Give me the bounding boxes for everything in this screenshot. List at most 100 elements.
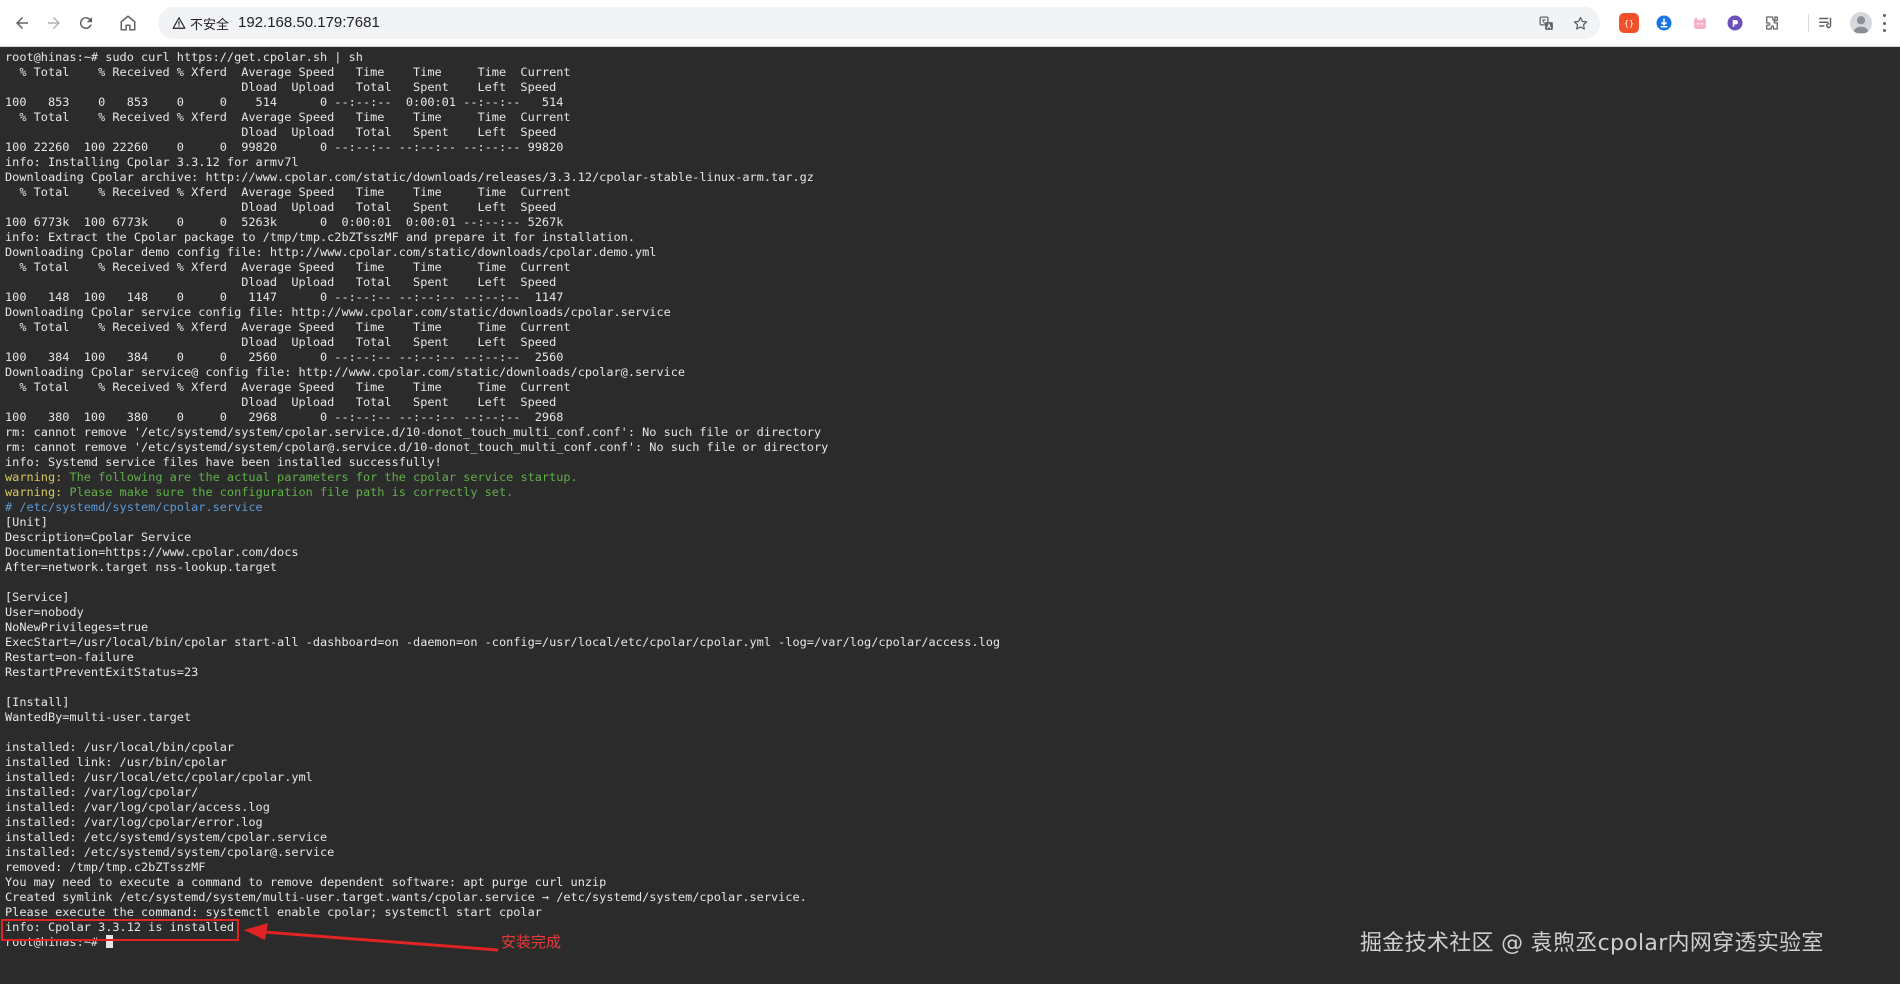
extension-purple-button[interactable] <box>1725 13 1745 33</box>
terminal-line: installed: /var/log/cpolar/ <box>5 785 199 799</box>
terminal-line: % Total % Received % Xferd Average Speed… <box>5 110 571 124</box>
reload-button[interactable] <box>72 9 100 37</box>
home-button[interactable] <box>114 9 142 37</box>
terminal-line: Downloading Cpolar service@ config file:… <box>5 365 686 379</box>
terminal-line: You may need to execute a command to rem… <box>5 875 607 889</box>
extension-pink-button[interactable] <box>1690 13 1710 33</box>
annotation-label: 安装完成 <box>501 933 562 951</box>
back-button[interactable] <box>8 9 36 37</box>
cat-icon <box>1694 17 1706 29</box>
terminal-line: [Unit] <box>5 515 48 529</box>
terminal-output: root@hinas:~# sudo curl https://get.cpol… <box>5 50 1000 950</box>
profile-avatar[interactable] <box>1850 12 1872 34</box>
arrow-right-icon <box>48 17 60 29</box>
translate-icon <box>1538 15 1553 30</box>
extension-download-button[interactable] <box>1654 13 1674 33</box>
terminal-line: info: Installing Cpolar 3.3.12 for armv7… <box>5 155 299 169</box>
playlist-icon <box>1819 17 1832 29</box>
terminal-line: Dload Upload Total Spent Left Speed <box>5 125 557 139</box>
terminal-line: Please execute the command: systemctl en… <box>5 905 542 919</box>
warning-prefix: warning: <box>5 470 63 484</box>
dot-icon <box>1882 29 1886 32</box>
warning-triangle-icon <box>172 17 186 29</box>
home-icon <box>120 15 136 31</box>
terminal-line: warning: The following are the actual pa… <box>5 470 1000 485</box>
dot-icon <box>1882 21 1886 25</box>
terminal-line: installed link: /usr/bin/cpolar <box>5 755 227 769</box>
terminal-line: Dload Upload Total Spent Left Speed <box>5 80 557 94</box>
terminal-line: Dload Upload Total Spent Left Speed <box>5 275 557 289</box>
forward-button[interactable] <box>40 9 68 37</box>
terminal-line: Downloading Cpolar demo config file: htt… <box>5 245 657 259</box>
terminal-line: root@hinas:~# sudo curl https://get.cpol… <box>5 50 363 64</box>
terminal-line: installed: /etc/systemd/system/cpolar.se… <box>5 830 328 844</box>
download-circle-icon <box>1656 15 1672 31</box>
browser-toolbar: 不安全 192.168.50.179:7681 {} <box>0 0 1900 47</box>
terminal-line: 100 384 100 384 0 0 2560 0 --:--:-- --:-… <box>5 350 564 364</box>
terminal-line: Dload Upload Total Spent Left Speed <box>5 395 557 409</box>
terminal-line: installed: /usr/local/etc/cpolar/cpolar.… <box>5 770 313 784</box>
terminal-window[interactable]: root@hinas:~# sudo curl https://get.cpol… <box>0 47 1900 984</box>
browser-menu-button[interactable] <box>1880 14 1888 32</box>
terminal-line: NoNewPrivileges=true <box>5 620 149 634</box>
terminal-line: % Total % Received % Xferd Average Speed… <box>5 185 571 199</box>
terminal-line: info: Systemd service files have been in… <box>5 455 442 469</box>
toolbar-separator <box>1808 14 1809 32</box>
terminal-line: Created symlink /etc/systemd/system/mult… <box>5 890 807 904</box>
terminal-line: 100 22260 100 22260 0 0 99820 0 --:--:--… <box>5 140 564 154</box>
reading-list-button[interactable] <box>1816 13 1836 33</box>
terminal-line: Dload Upload Total Spent Left Speed <box>5 200 557 214</box>
terminal-line: Description=Cpolar Service <box>5 530 192 544</box>
extensions-button[interactable] <box>1762 13 1782 33</box>
terminal-line: Downloading Cpolar archive: http://www.c… <box>5 170 814 184</box>
translate-button[interactable] <box>1536 13 1556 33</box>
reload-icon <box>79 17 92 30</box>
terminal-line: installed: /usr/local/bin/cpolar <box>5 740 235 754</box>
arrow-left-icon <box>16 17 28 29</box>
puzzle-icon <box>1766 16 1778 30</box>
address-bar[interactable]: 不安全 192.168.50.179:7681 <box>158 7 1600 39</box>
terminal-line: Dload Upload Total Spent Left Speed <box>5 335 557 349</box>
purple-circle-icon <box>1727 15 1743 31</box>
bookmark-button[interactable] <box>1570 13 1590 33</box>
url-text[interactable]: 192.168.50.179:7681 <box>238 14 380 31</box>
braces-icon: {} <box>1624 18 1634 28</box>
terminal-line: % Total % Received % Xferd Average Speed… <box>5 380 571 394</box>
terminal-line: installed: /var/log/cpolar/error.log <box>5 815 263 829</box>
terminal-line: [Install] <box>5 695 70 709</box>
terminal-line: 100 148 100 148 0 0 1147 0 --:--:-- --:-… <box>5 290 564 304</box>
dot-icon <box>1882 14 1886 17</box>
terminal-line: [Service] <box>5 590 70 604</box>
warning-prefix: warning: <box>5 485 63 499</box>
terminal-line: 100 853 0 853 0 0 514 0 --:--:-- 0:00:01… <box>5 95 564 109</box>
terminal-line: After=network.target nss-lookup.target <box>5 560 278 574</box>
annotation-arrow-icon <box>244 923 499 952</box>
star-icon <box>1573 16 1587 30</box>
terminal-line: Restart=on-failure <box>5 650 134 664</box>
svg-text:{}: {} <box>1624 18 1634 28</box>
terminal-line: rm: cannot remove '/etc/systemd/system/c… <box>5 440 829 454</box>
extension-json-button[interactable]: {} <box>1619 13 1639 33</box>
terminal-line: ExecStart=/usr/local/bin/cpolar start-al… <box>5 635 1001 649</box>
watermark: 掘金技术社区 @ 袁煦丞cpolar内网穿透实验室 <box>1360 931 1824 956</box>
terminal-line: User=nobody <box>5 605 84 619</box>
terminal-line: % Total % Received % Xferd Average Speed… <box>5 320 571 334</box>
terminal-line: rm: cannot remove '/etc/systemd/system/c… <box>5 425 822 439</box>
terminal-line: info: Extract the Cpolar package to /tmp… <box>5 230 635 244</box>
terminal-line: warning: Please make sure the configurat… <box>5 485 1000 500</box>
security-indicator[interactable]: 不安全 <box>166 12 237 34</box>
terminal-line: % Total % Received % Xferd Average Speed… <box>5 260 571 274</box>
terminal-line: 100 6773k 100 6773k 0 0 5263k 0 0:00:01 … <box>5 215 564 229</box>
warning-text: The following are the actual parameters … <box>62 470 578 484</box>
avatar-icon <box>1852 16 1870 34</box>
security-label: 不安全 <box>190 16 230 32</box>
terminal-line: Documentation=https://www.cpolar.com/doc… <box>5 545 299 559</box>
terminal-line: 100 380 100 380 0 0 2968 0 --:--:-- --:-… <box>5 410 564 424</box>
terminal-line: WantedBy=multi-user.target <box>5 710 192 724</box>
highlight-box <box>1 919 239 941</box>
terminal-line: % Total % Received % Xferd Average Speed… <box>5 65 571 79</box>
terminal-line: installed: /etc/systemd/system/cpolar@.s… <box>5 845 335 859</box>
